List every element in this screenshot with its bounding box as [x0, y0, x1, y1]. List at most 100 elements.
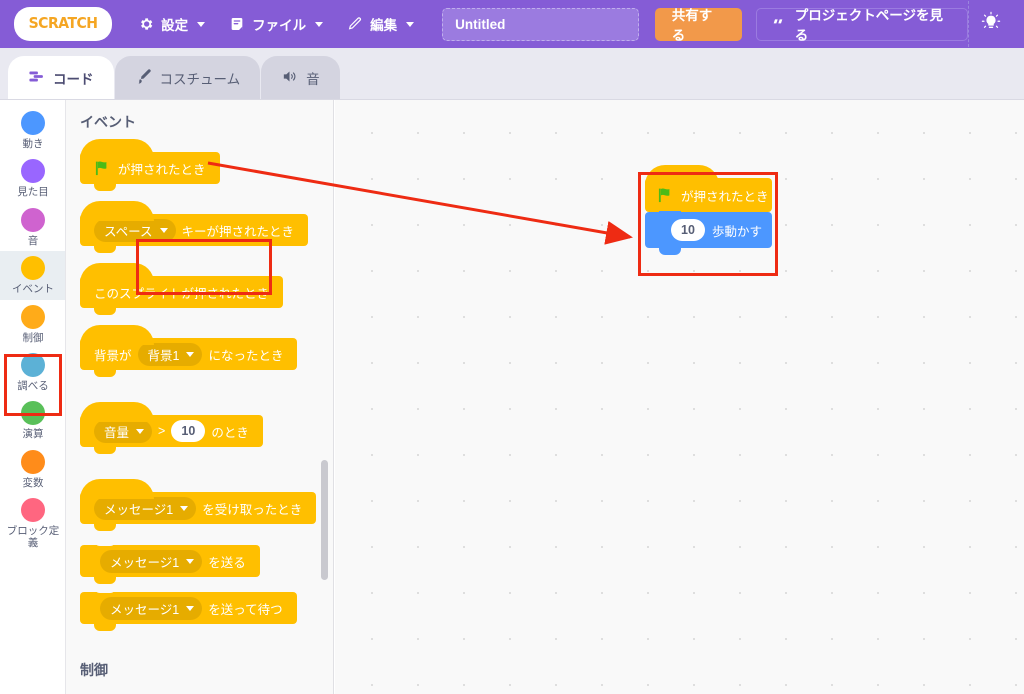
backdrop-prefix-label: 背景が — [94, 348, 132, 363]
broadcast-label: を送る — [208, 555, 246, 570]
greater-than-operator: > — [158, 424, 166, 438]
motion-dot-icon — [21, 111, 45, 135]
gear-icon — [138, 16, 154, 32]
palette-block-broadcast[interactable]: メッセージ1 を送る — [80, 538, 260, 584]
operators-dot-icon — [21, 401, 45, 426]
category-sound-label: 音 — [27, 234, 39, 247]
menu-edit-label: 編集 — [370, 18, 398, 33]
menu-bar: SCRATCH 設定 ファイル 編集 Untitled 共有する プロジェクトペ… — [0, 0, 1024, 48]
loudness-suffix-label: のとき — [211, 425, 249, 440]
tutorials-button[interactable] — [969, 0, 1014, 48]
category-motion-label: 動き — [22, 138, 44, 150]
share-button-label: 共有する — [671, 8, 713, 43]
palette-key-pressed-label: キーが押されたとき — [181, 224, 295, 239]
project-page-button[interactable]: プロジェクトページを見る — [755, 7, 968, 43]
category-sensing[interactable]: 調べる — [0, 348, 65, 396]
key-dropdown[interactable]: スペース — [94, 218, 176, 242]
sound-dot-icon — [21, 207, 45, 232]
scratch-editor: SCRATCH 設定 ファイル 編集 Untitled 共有する プロジェクトペ… — [0, 0, 1024, 694]
palette-flag-clicked-label: が押されたとき — [118, 162, 206, 177]
block-palette[interactable]: イベント が押されたとき スペース キーが押されたとき このスプライトが押された… — [66, 100, 334, 694]
chevron-down-icon — [197, 21, 206, 27]
broadcast-dropdown-value: メッセージ1 — [110, 555, 180, 570]
category-sound[interactable]: 音 — [0, 203, 65, 251]
category-my-blocks-label: ブロック定義 — [6, 525, 60, 550]
green-flag-icon — [657, 187, 674, 203]
category-sidebar: 動き 見た目 音 イベント 制御 調べる 演算 変数 ブロック定義 — [0, 100, 66, 694]
category-control-label: 制御 — [22, 331, 44, 344]
variables-dot-icon — [21, 449, 45, 474]
palette-block-receive-message[interactable]: メッセージ1 を受け取ったとき — [80, 479, 317, 531]
tab-costumes-label: コスチューム — [159, 71, 241, 87]
chevron-down-icon — [159, 227, 168, 233]
palette-sprite-clicked-label: このスプライトが押されたとき — [94, 286, 270, 301]
move-steps-input[interactable]: 10 — [671, 219, 705, 241]
menu-settings[interactable]: 設定 — [126, 8, 217, 40]
category-variables-label: 変数 — [22, 476, 44, 489]
broadcast-wait-dropdown[interactable]: メッセージ1 — [100, 596, 203, 620]
pencil-icon — [347, 16, 363, 32]
category-my-blocks[interactable]: ブロック定義 — [0, 493, 65, 554]
chevron-down-icon — [315, 21, 324, 27]
broadcast-wait-label: を送って待つ — [208, 602, 283, 617]
category-looks[interactable]: 見た目 — [0, 154, 65, 202]
project-title-input[interactable]: Untitled — [442, 7, 639, 41]
project-title-value: Untitled — [455, 16, 506, 32]
category-motion[interactable]: 動き — [0, 106, 65, 154]
loudness-dropdown[interactable]: 音量 — [94, 419, 153, 443]
palette-block-backdrop-switch[interactable]: 背景が 背景1 になったとき — [80, 325, 298, 377]
chevron-down-icon — [186, 605, 195, 611]
menu-edit[interactable]: 編集 — [335, 8, 426, 40]
workspace-block-move-steps[interactable]: 10 歩動かす — [645, 211, 772, 255]
broadcast-wait-dropdown-value: メッセージ1 — [110, 602, 180, 617]
palette-block-loudness-greater[interactable]: 音量 > 10 のとき — [80, 402, 263, 454]
workspace-block-flag-clicked[interactable]: が押されたとき — [645, 165, 772, 212]
folder-arrow-icon — [771, 16, 787, 32]
loudness-threshold-input[interactable]: 10 — [171, 420, 206, 442]
palette-block-broadcast-wait[interactable]: メッセージ1 を送って待つ — [80, 585, 297, 631]
tab-sounds[interactable]: 音 — [261, 56, 340, 99]
workspace-move-steps-label: 歩動かす — [712, 224, 763, 239]
category-operators[interactable]: 演算 — [0, 396, 65, 444]
my-blocks-dot-icon — [21, 498, 45, 522]
category-control[interactable]: 制御 — [0, 300, 65, 348]
backdrop-dropdown-value: 背景1 — [147, 348, 180, 363]
loudness-dropdown-value: 音量 — [104, 425, 130, 440]
lightbulb-icon — [980, 11, 1002, 38]
receive-message-dropdown[interactable]: メッセージ1 — [94, 496, 197, 520]
palette-block-sprite-clicked[interactable]: このスプライトが押されたとき — [80, 263, 284, 315]
category-variables[interactable]: 変数 — [0, 445, 65, 493]
workspace-script[interactable]: が押されたとき 10 歩動かす — [645, 165, 772, 255]
scratch-logo[interactable]: SCRATCH — [16, 9, 111, 39]
chevron-down-icon — [406, 21, 415, 27]
category-sensing-label: 調べる — [17, 379, 49, 392]
code-workspace[interactable]: が押されたとき 10 歩動かす — [335, 100, 1024, 694]
brush-icon — [135, 68, 152, 88]
palette-block-flag-clicked[interactable]: が押されたとき — [80, 139, 220, 191]
category-operators-label: 演算 — [22, 428, 44, 441]
share-button[interactable]: 共有する — [654, 7, 742, 43]
control-dot-icon — [21, 304, 45, 329]
broadcast-dropdown[interactable]: メッセージ1 — [100, 549, 203, 573]
scratch-logo-text: SCRATCH — [28, 15, 98, 33]
palette-scrollbar[interactable] — [321, 460, 328, 580]
menu-settings-label: 設定 — [161, 18, 189, 33]
workspace-flag-clicked-label: が押されたとき — [681, 189, 769, 204]
palette-block-key-pressed[interactable]: スペース キーが押されたとき — [80, 201, 309, 253]
category-events-label: イベント — [12, 283, 54, 296]
chevron-down-icon — [186, 351, 195, 357]
receive-message-label: を受け取ったとき — [202, 502, 303, 517]
chevron-down-icon — [186, 558, 195, 564]
tab-code[interactable]: コード — [8, 56, 114, 99]
tab-bar: コード コスチューム 音 — [0, 48, 1024, 100]
chevron-down-icon — [136, 428, 145, 434]
backdrop-suffix-label: になったとき — [208, 348, 284, 363]
backdrop-dropdown[interactable]: 背景1 — [137, 342, 203, 366]
menu-file[interactable]: ファイル — [217, 8, 335, 40]
category-events[interactable]: イベント — [0, 251, 65, 300]
tab-costumes[interactable]: コスチューム — [114, 56, 261, 99]
looks-dot-icon — [21, 159, 45, 184]
key-dropdown-value: スペース — [104, 224, 153, 239]
green-flag-icon — [94, 160, 111, 176]
palette-header: イベント — [80, 114, 136, 130]
